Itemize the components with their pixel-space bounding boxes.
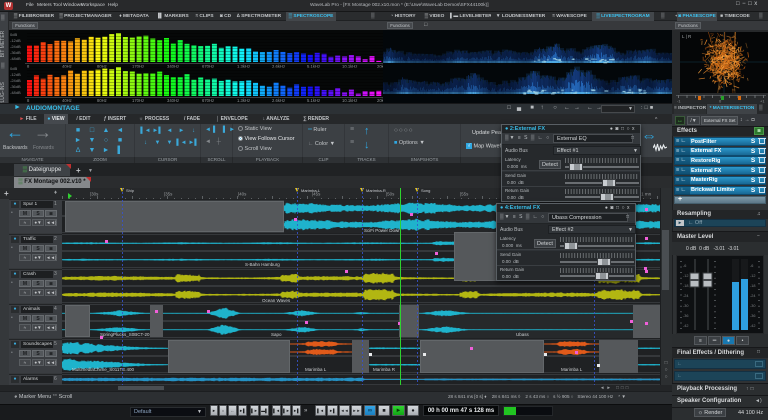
svg-text:-6: -6 (750, 264, 753, 268)
svg-text:0dB: 0dB (10, 32, 17, 37)
svg-text:|35s: |35s (164, 192, 173, 197)
svg-text:-18: -18 (683, 284, 689, 288)
svg-text:-24dB: -24dB (10, 44, 21, 49)
svg-text:-36dB: -36dB (10, 84, 21, 89)
svg-text:-42: -42 (750, 324, 756, 328)
svg-text:10.1kHz: 10.1kHz (342, 64, 357, 69)
svg-text:|55s: |55s (460, 192, 469, 197)
svg-text:-12dB: -12dB (10, 38, 21, 43)
svg-text:0dB: 0dB (10, 66, 17, 71)
svg-text:-42: -42 (683, 324, 689, 328)
svg-text:80Hz: 80Hz (97, 64, 107, 69)
svg-text:|1 mn: |1 mn (640, 192, 652, 197)
svg-text:-36: -36 (750, 314, 756, 318)
svg-text:|40s: |40s (238, 192, 247, 197)
svg-text:|30s: |30s (90, 192, 99, 197)
svg-text:-12dB: -12dB (10, 72, 21, 77)
svg-text:8: 8 (27, 64, 30, 69)
svg-text:|50s: |50s (386, 192, 395, 197)
svg-text:-6: -6 (683, 264, 686, 268)
svg-text:340Hz: 340Hz (167, 64, 179, 69)
svg-text:-36: -36 (683, 314, 689, 318)
svg-text:-12: -12 (683, 274, 689, 278)
svg-text:5.1kHz: 5.1kHz (307, 64, 320, 69)
svg-text:40Hz: 40Hz (62, 64, 72, 69)
svg-text:-36dB: -36dB (10, 50, 21, 55)
svg-text:-30: -30 (750, 304, 756, 308)
svg-text:-18: -18 (750, 284, 756, 288)
svg-text:-48dB: -48dB (10, 90, 21, 95)
svg-text:170Hz: 170Hz (132, 64, 144, 69)
svg-text:670Hz: 670Hz (202, 64, 214, 69)
svg-text:1.3kHz: 1.3kHz (237, 64, 250, 69)
svg-text:2.6kHz: 2.6kHz (272, 64, 285, 69)
svg-text:-12: -12 (750, 274, 756, 278)
svg-text:-30: -30 (683, 304, 689, 308)
svg-text:-48dB: -48dB (10, 56, 21, 61)
svg-text:-24: -24 (683, 294, 689, 298)
svg-text:-24dB: -24dB (10, 78, 21, 83)
svg-text:-24: -24 (750, 294, 756, 298)
svg-text:L | R: L | R (682, 34, 692, 39)
